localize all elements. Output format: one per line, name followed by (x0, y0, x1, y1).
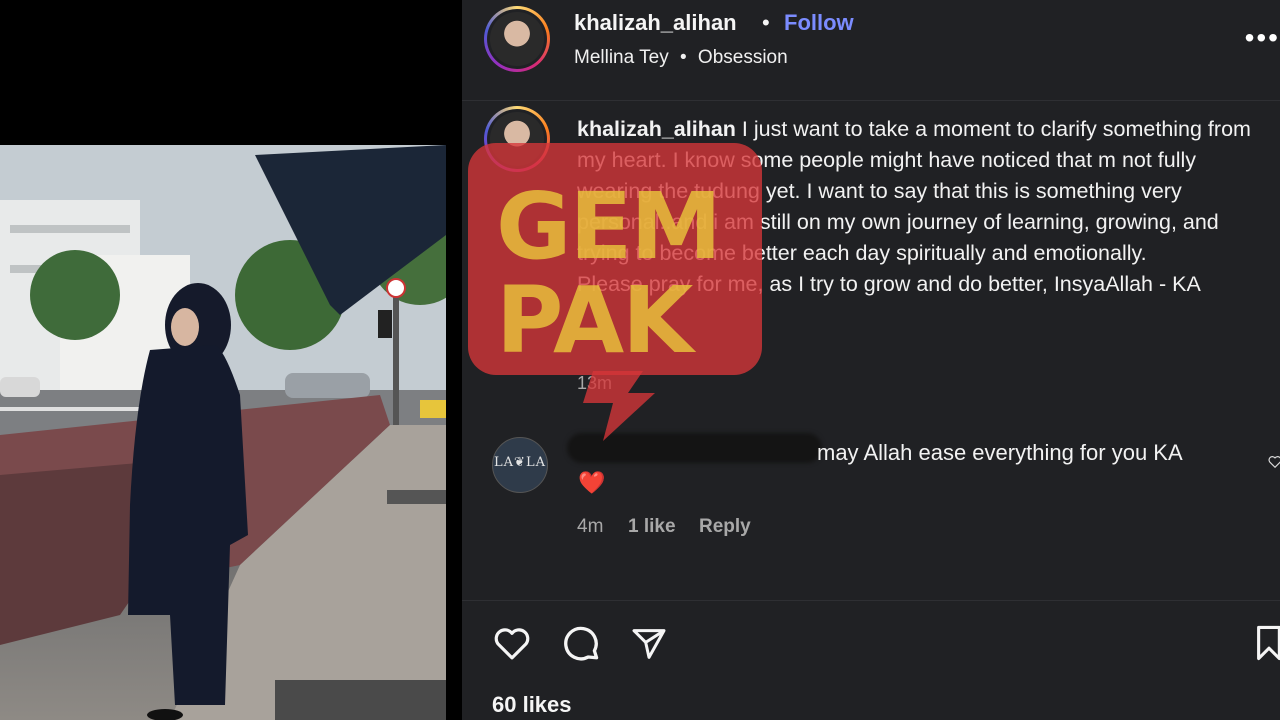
audio-separator: • (679, 47, 687, 68)
separator-dot: • (762, 10, 770, 35)
redacted-username (567, 433, 822, 463)
actions-divider (462, 600, 1280, 601)
caption-timestamp: 13m (577, 373, 613, 393)
post-header: khalizah_alihan • Follow Mellina Tey • O… (462, 0, 1280, 101)
post-caption: khalizah_alihan I just want to take a mo… (577, 114, 1272, 300)
caption-username[interactable]: khalizah_alihan (577, 117, 736, 141)
comment-timestamp: 4m (577, 516, 604, 537)
author-username[interactable]: khalizah_alihan (574, 10, 737, 36)
post-detail-pane: khalizah_alihan • Follow Mellina Tey • O… (462, 0, 1280, 720)
comment-text: may Allah ease everything for you KA (817, 440, 1183, 465)
comment-like-icon[interactable] (1268, 455, 1280, 469)
bookmark-icon[interactable] (1254, 624, 1280, 662)
caption-signoff: Please pray for me, as I try to grow and… (577, 272, 1201, 296)
comment-likes[interactable]: 1 like (628, 516, 676, 538)
divider (446, 0, 462, 720)
likes-count[interactable]: 60 likes (492, 692, 572, 718)
commenter-avatar-label: LA❦LA (494, 455, 546, 470)
audio-track: Obsession (697, 47, 788, 68)
author-avatar[interactable] (484, 6, 550, 72)
like-heart-icon[interactable] (490, 622, 534, 664)
commenter-avatar[interactable]: LA❦LA (492, 437, 548, 493)
more-options-icon[interactable]: ••• (1245, 22, 1280, 54)
post-photo[interactable] (0, 145, 446, 720)
share-send-icon[interactable] (628, 624, 670, 664)
heart-emoji: ❤️ (578, 470, 606, 495)
audio-artist: Mellina Tey (574, 47, 669, 68)
follow-button[interactable]: Follow (784, 10, 854, 36)
audio-info[interactable]: Mellina Tey • Obsession (574, 47, 788, 69)
photo-illustration (0, 145, 446, 720)
comment-bubble-icon[interactable] (559, 622, 603, 666)
reply-button[interactable]: Reply (699, 516, 751, 538)
caption-avatar[interactable] (484, 106, 550, 172)
